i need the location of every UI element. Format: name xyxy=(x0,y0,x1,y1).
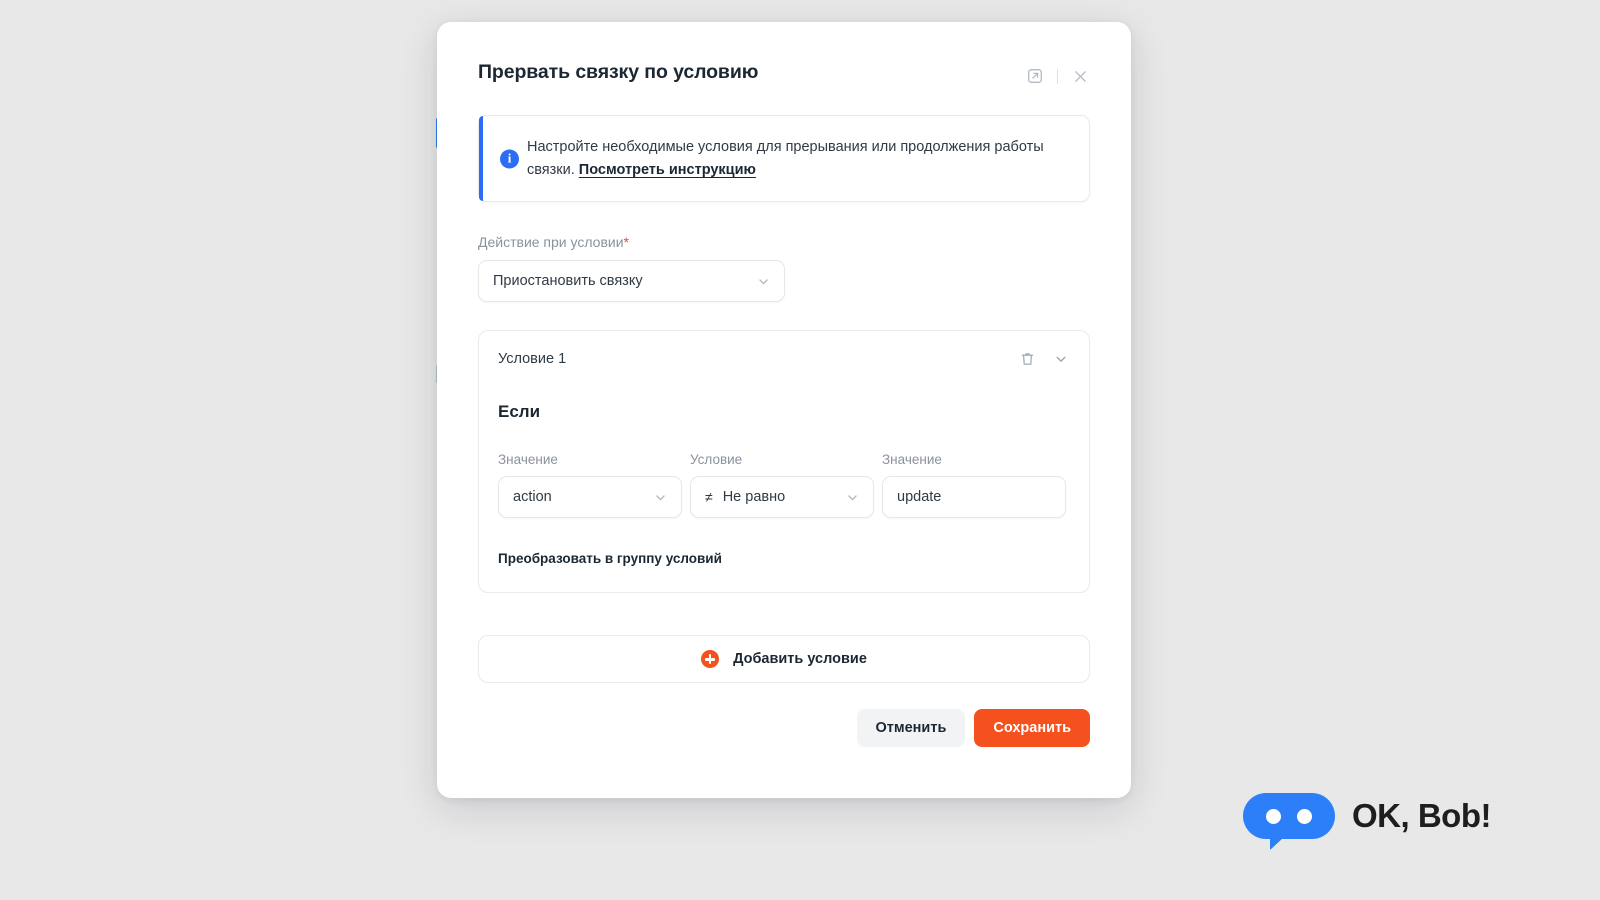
info-banner-text: Настройте необходимые условия для прерыв… xyxy=(527,136,1047,181)
if-label: Если xyxy=(498,402,541,422)
add-condition-button[interactable]: Добавить условие xyxy=(478,635,1090,684)
info-icon: i xyxy=(500,149,519,169)
condition-modal: Прервать связку по условию i Настройте н… xyxy=(437,22,1131,798)
page-title: Прервать связку по условию xyxy=(478,61,759,83)
watermark-text: OK, Bob! xyxy=(1352,797,1491,834)
action-field-label: Действие при условии* xyxy=(478,234,1090,250)
condition-compare-field: Значение xyxy=(882,452,1066,519)
modal-header-actions xyxy=(1025,61,1090,86)
action-field-label-text: Действие при условии xyxy=(478,234,624,251)
condition-operator-select[interactable]: ≠ Не равно xyxy=(690,476,874,519)
condition-card-header: Условие 1 xyxy=(498,350,1070,368)
condition-compare-input[interactable] xyxy=(882,476,1066,519)
bubble-dot-right xyxy=(1297,808,1312,824)
expand-window-icon[interactable] xyxy=(1025,66,1045,86)
condition-card-actions xyxy=(1018,350,1070,368)
required-marker: * xyxy=(623,234,629,251)
save-button[interactable]: Сохранить xyxy=(974,709,1090,748)
cancel-button[interactable]: Отменить xyxy=(856,709,966,748)
add-condition-label: Добавить условие xyxy=(733,651,867,668)
condition-compare-label: Значение xyxy=(882,452,942,468)
close-icon[interactable] xyxy=(1070,66,1090,86)
plus-circle-icon xyxy=(701,650,720,669)
info-accent-bar xyxy=(479,116,483,202)
action-select-value: Приостановить связку xyxy=(493,273,643,290)
header-divider xyxy=(1057,68,1058,84)
condition-card: Условие 1 Если Значение action Условие ≠… xyxy=(478,330,1090,594)
action-select[interactable]: Приостановить связку xyxy=(478,260,785,303)
modal-footer: Отменить Сохранить xyxy=(478,709,1090,748)
action-field-block: Действие при условии* Приостановить связ… xyxy=(478,234,1090,303)
convert-to-group-link[interactable]: Преобразовать в группу условий xyxy=(498,551,722,566)
trash-icon[interactable] xyxy=(1018,350,1036,368)
screen-root: Прервать связку по условию i Настройте н… xyxy=(0,0,1600,900)
condition-operator-label: Условие xyxy=(690,452,743,468)
condition-card-title: Условие 1 xyxy=(498,351,567,368)
info-banner: i Настройте необходимые условия для прер… xyxy=(478,115,1090,203)
chevron-down-icon xyxy=(757,275,770,288)
condition-value-selected: action xyxy=(513,489,552,506)
modal-header: Прервать связку по условию xyxy=(478,22,1090,86)
chevron-down-icon[interactable] xyxy=(1052,350,1070,368)
chevron-down-icon xyxy=(846,491,859,504)
condition-value-label: Значение xyxy=(498,452,558,468)
chevron-down-icon xyxy=(654,491,667,504)
bubble-dot-left xyxy=(1266,808,1281,824)
condition-value-field: Значение action xyxy=(498,452,682,519)
instruction-link[interactable]: Посмотреть инструкцию xyxy=(579,162,756,178)
condition-operator-selected: Не равно xyxy=(722,489,786,506)
not-equal-icon: ≠ xyxy=(705,489,713,506)
watermark-logo: OK, Bob! xyxy=(1243,793,1491,850)
condition-operator-field: Условие ≠ Не равно xyxy=(690,452,874,519)
condition-row: Значение action Условие ≠ Не равно Значе… xyxy=(498,452,1070,519)
condition-value-select[interactable]: action xyxy=(498,476,682,519)
chat-bubble-logo-icon xyxy=(1243,793,1335,850)
